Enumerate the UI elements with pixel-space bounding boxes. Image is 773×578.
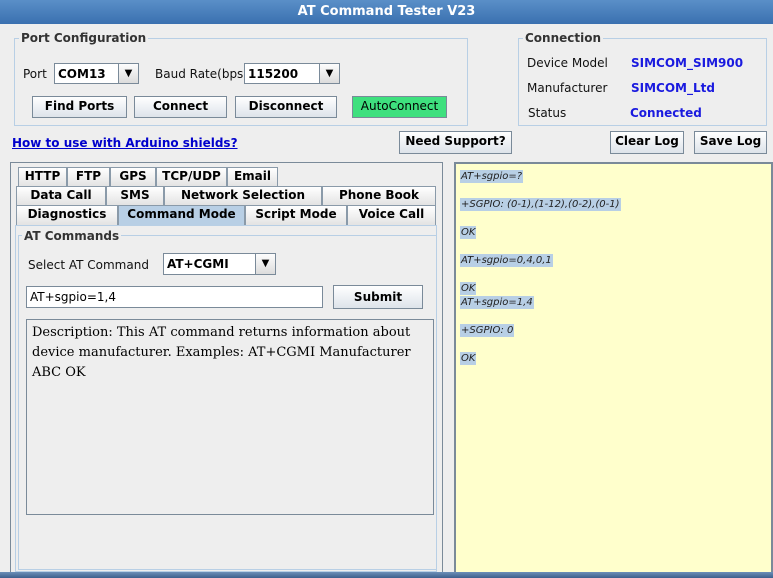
log-line: AT+sgpio=? bbox=[460, 170, 524, 183]
port-select[interactable]: COM13 ▼ bbox=[54, 63, 139, 84]
at-command-select[interactable]: AT+CGMI ▼ bbox=[163, 253, 276, 275]
device-model-label: Device Model bbox=[527, 56, 608, 70]
at-command-select-value: AT+CGMI bbox=[167, 257, 229, 271]
log-line: OK bbox=[460, 226, 477, 239]
connect-button[interactable]: Connect bbox=[134, 96, 227, 118]
window-title: AT Command Tester V23 bbox=[0, 0, 773, 24]
port-select-value: COM13 bbox=[58, 67, 106, 81]
log-line: AT+sgpio=1,4 bbox=[460, 296, 534, 309]
status-label: Status bbox=[528, 106, 567, 120]
tab-tcp-udp[interactable]: TCP/UDP bbox=[156, 167, 227, 186]
tab-network-selection[interactable]: Network Selection bbox=[164, 186, 322, 205]
chevron-down-icon[interactable]: ▼ bbox=[118, 64, 138, 83]
manufacturer-label: Manufacturer bbox=[527, 81, 608, 95]
baud-select-value: 115200 bbox=[248, 67, 299, 81]
port-label: Port bbox=[23, 67, 47, 81]
tab-sms[interactable]: SMS bbox=[106, 186, 164, 205]
log-line: AT+sgpio=0,4,0,1 bbox=[460, 254, 553, 267]
taskbar bbox=[0, 572, 773, 578]
log-line: OK bbox=[460, 352, 477, 365]
autoconnect-button[interactable]: AutoConnect bbox=[352, 96, 447, 118]
save-log-button[interactable]: Save Log bbox=[694, 131, 767, 154]
tab-diagnostics[interactable]: Diagnostics bbox=[16, 205, 118, 225]
find-ports-button[interactable]: Find Ports bbox=[32, 96, 127, 118]
select-at-command-label: Select AT Command bbox=[28, 258, 149, 272]
log-line: +SGPIO: 0 bbox=[460, 324, 515, 337]
status-value: Connected bbox=[630, 106, 702, 120]
submit-button[interactable]: Submit bbox=[333, 285, 423, 309]
tab-http[interactable]: HTTP bbox=[18, 167, 67, 186]
port-config-title: Port Configuration bbox=[19, 31, 149, 45]
clear-log-button[interactable]: Clear Log bbox=[610, 131, 684, 154]
at-commands-title: AT Commands bbox=[22, 229, 122, 243]
log-line: OK bbox=[460, 282, 477, 295]
tab-command-mode[interactable]: Command Mode bbox=[118, 205, 245, 225]
tab-email[interactable]: Email bbox=[227, 167, 278, 186]
arduino-shields-link[interactable]: How to use with Arduino shields? bbox=[12, 135, 238, 151]
disconnect-button[interactable]: Disconnect bbox=[235, 96, 337, 118]
connection-title: Connection bbox=[523, 31, 604, 45]
chevron-down-icon[interactable]: ▼ bbox=[319, 64, 339, 83]
manufacturer-value: SIMCOM_Ltd bbox=[631, 81, 715, 95]
need-support-button[interactable]: Need Support? bbox=[399, 131, 512, 154]
tab-ftp[interactable]: FTP bbox=[67, 167, 110, 186]
tab-gps[interactable]: GPS bbox=[110, 167, 156, 186]
tab-script-mode[interactable]: Script Mode bbox=[245, 205, 347, 225]
device-model-value: SIMCOM_SIM900 bbox=[631, 56, 744, 70]
log-line: +SGPIO: (0-1),(1-12),(0-2),(0-1) bbox=[460, 198, 621, 211]
at-command-input[interactable]: AT+sgpio=1,4 bbox=[26, 286, 323, 308]
tab-voice-call[interactable]: Voice Call bbox=[347, 205, 436, 225]
baud-select[interactable]: 115200 ▼ bbox=[244, 63, 340, 84]
baud-label: Baud Rate(bps) bbox=[155, 67, 248, 81]
tab-phone-book[interactable]: Phone Book bbox=[322, 186, 436, 205]
chevron-down-icon[interactable]: ▼ bbox=[255, 254, 275, 274]
log-panel[interactable]: AT+sgpio=? +SGPIO: (0-1),(1-12),(0-2),(0… bbox=[454, 162, 773, 574]
tab-data-call[interactable]: Data Call bbox=[16, 186, 106, 205]
command-description: Description: This AT command returns inf… bbox=[26, 319, 434, 515]
